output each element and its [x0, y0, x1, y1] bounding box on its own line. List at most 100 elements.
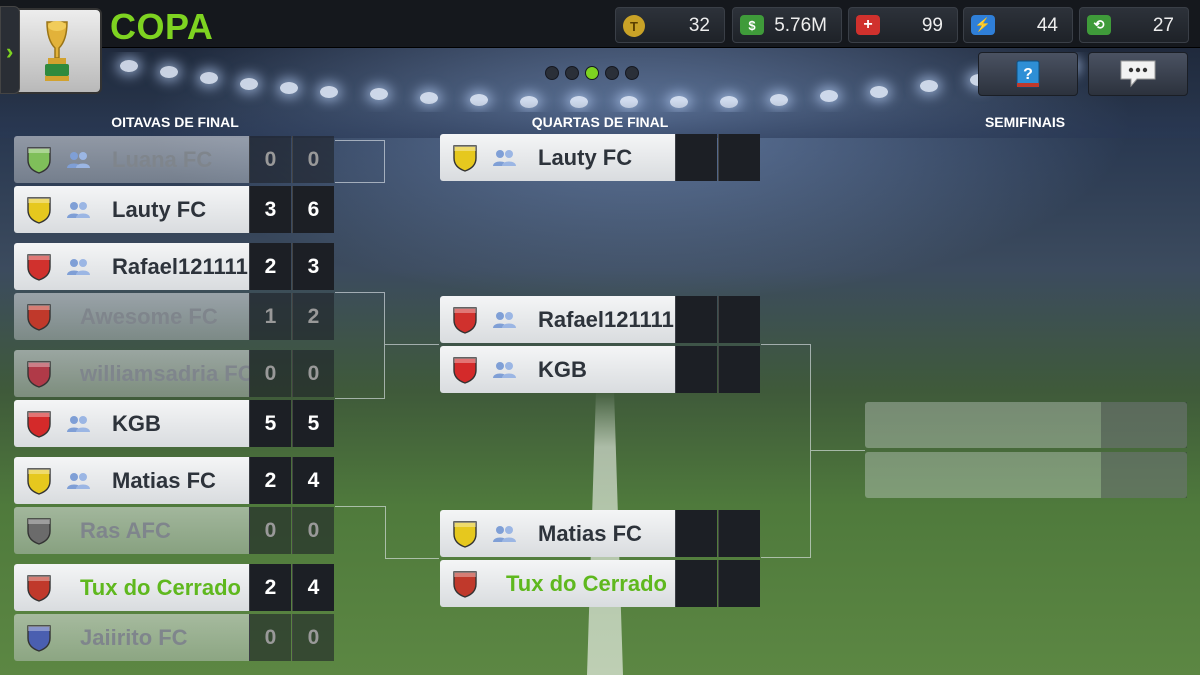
team-name-cell: Lauty FC	[440, 134, 675, 181]
bracket-line	[335, 506, 385, 507]
team-name-cell: Tux do Cerrado	[14, 564, 249, 611]
team-name-cell: KGB	[440, 346, 675, 393]
second-leg-score: 6	[292, 186, 334, 233]
bracket-line	[335, 140, 385, 182]
first-leg-score	[675, 346, 717, 393]
time-cash-stat[interactable]: ⟲ 27	[1079, 7, 1189, 43]
human-manager-icon	[67, 473, 90, 489]
medical-icon: +	[856, 15, 880, 35]
human-manager-icon	[67, 202, 90, 218]
second-leg-score	[718, 296, 760, 343]
bracket-line	[385, 558, 439, 559]
cash-stat[interactable]: $ 5.76M	[732, 7, 842, 43]
second-leg-score: 0	[292, 507, 334, 554]
team-crest-icon	[27, 361, 51, 388]
second-leg-score: 4	[292, 457, 334, 504]
team-name-cell: Luana FC	[14, 136, 249, 183]
team-crest-icon	[27, 254, 51, 281]
side-menu-tab[interactable]: ›	[0, 6, 20, 94]
human-manager-icon	[67, 152, 90, 168]
second-leg-score: 5	[292, 400, 334, 447]
team-name-cell: Lauty FC	[14, 186, 249, 233]
semifinal-slot	[865, 402, 1187, 448]
page-dot-active[interactable]	[585, 66, 599, 80]
coins-value: 32	[688, 15, 710, 36]
team-name-cell: Matias FC	[440, 510, 675, 557]
team-name-cell: Rafael121111 FC	[440, 296, 675, 343]
human-manager-icon	[67, 259, 90, 275]
team-name: Luana FC	[112, 147, 213, 172]
svg-text:?: ?	[1023, 66, 1033, 83]
team-name: Tux do Cerrado	[506, 571, 667, 596]
first-leg-score: 0	[249, 350, 291, 397]
bracket-line	[761, 344, 811, 558]
bracket-line	[335, 182, 385, 183]
team-crest-icon	[27, 147, 51, 174]
medical-value: 99	[921, 15, 943, 36]
chat-button[interactable]	[1088, 52, 1188, 96]
team-name-cell: williamsadria FC	[14, 350, 249, 397]
first-leg-score: 5	[249, 400, 291, 447]
team-crest-icon	[27, 411, 51, 438]
first-leg-score: 2	[249, 457, 291, 504]
second-leg-score: 0	[292, 614, 334, 661]
team-crest-icon	[453, 307, 477, 334]
team-name: Awesome FC	[80, 304, 218, 329]
semifinal-slot	[865, 452, 1187, 498]
first-leg-score	[675, 296, 717, 343]
second-leg-score: 2	[292, 293, 334, 340]
first-leg-score: 3	[249, 186, 291, 233]
help-book-icon: ?	[1016, 60, 1040, 88]
first-leg-score: 0	[249, 136, 291, 183]
energy-value: 44	[1036, 15, 1058, 36]
team-name: Lauty FC	[538, 145, 633, 170]
team-name: KGB	[112, 411, 161, 436]
first-leg-score: 0	[249, 614, 291, 661]
first-leg-score: 2	[249, 564, 291, 611]
chevron-right-icon: ›	[6, 39, 14, 64]
page-dot[interactable]	[605, 66, 619, 80]
second-leg-score	[718, 510, 760, 557]
page-dot[interactable]	[625, 66, 639, 80]
second-leg-score: 0	[292, 350, 334, 397]
team-name: KGB	[538, 357, 587, 382]
second-leg-score: 4	[292, 564, 334, 611]
team-crest-icon	[453, 145, 477, 172]
energy-stat[interactable]: ⚡ 44	[963, 7, 1073, 43]
team-crest-icon	[27, 197, 51, 224]
bracket-line	[385, 506, 386, 558]
page-dot[interactable]	[545, 66, 559, 80]
medical-stat[interactable]: + 99	[848, 7, 958, 43]
team-name: Rafael121111 FC	[112, 254, 249, 279]
bracket-line	[811, 450, 865, 451]
team-crest-icon	[27, 468, 51, 495]
team-crest-icon	[453, 571, 477, 598]
coins-stat[interactable]: T 32	[615, 7, 725, 43]
team-name-cell: Awesome FC	[14, 293, 249, 340]
team-name-cell: Ras AFC	[14, 507, 249, 554]
cash-value: 5.76M	[774, 15, 827, 36]
coin-icon: T	[623, 15, 645, 37]
second-leg-score: 3	[292, 243, 334, 290]
team-crest-icon	[453, 357, 477, 384]
page-dot[interactable]	[565, 66, 579, 80]
team-name: Ras AFC	[80, 518, 171, 543]
second-leg-score	[718, 560, 760, 607]
chat-bubble-icon	[1120, 60, 1156, 88]
team-name: Lauty FC	[112, 197, 207, 222]
help-button[interactable]: ?	[978, 52, 1078, 96]
time-cash-icon: ⟲	[1087, 15, 1111, 35]
first-leg-score: 1	[249, 293, 291, 340]
second-leg-score	[718, 134, 760, 181]
human-manager-icon	[493, 526, 516, 542]
round-label-qf: QUARTAS DE FINAL	[531, 114, 669, 130]
team-crest-icon	[27, 625, 51, 652]
team-name: Tux do Cerrado	[80, 575, 241, 600]
first-leg-score	[675, 560, 717, 607]
team-crest-icon	[27, 304, 51, 331]
energy-icon: ⚡	[971, 15, 995, 35]
first-leg-score	[675, 510, 717, 557]
team-name-cell: KGB	[14, 400, 249, 447]
human-manager-icon	[67, 416, 90, 432]
cash-icon: $	[740, 15, 764, 35]
